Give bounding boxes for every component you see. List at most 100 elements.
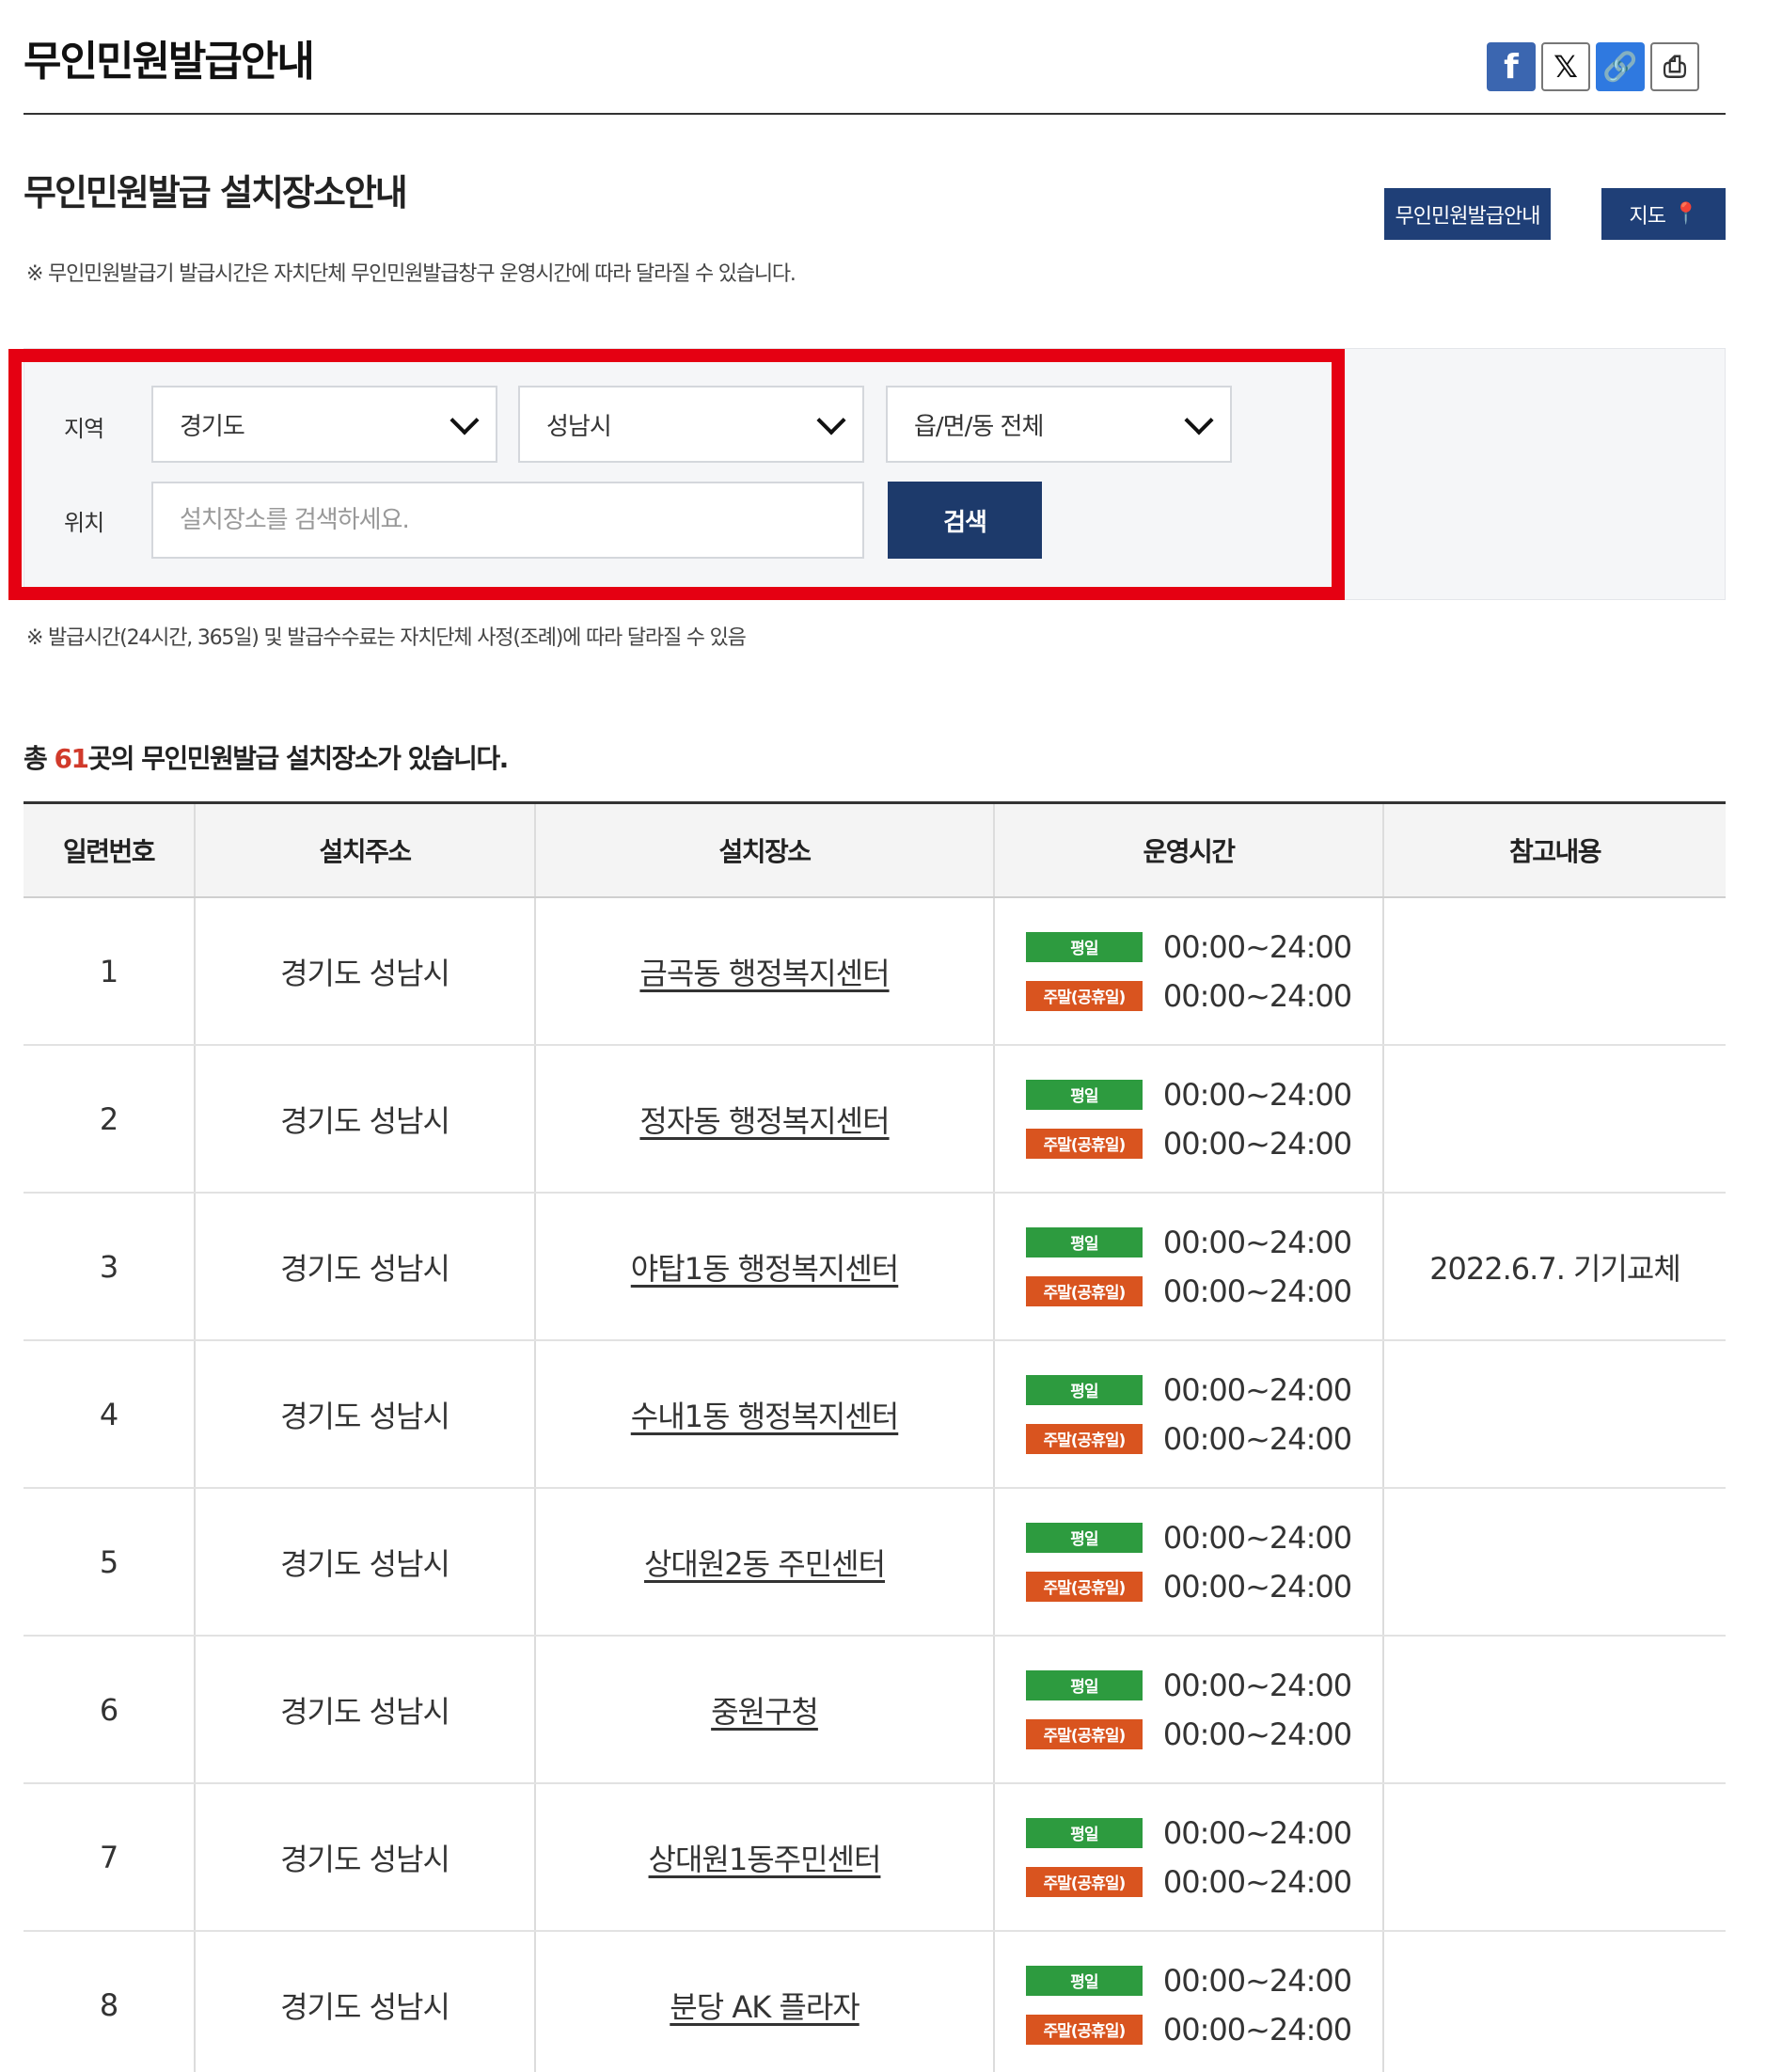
weekday-time: 00:00~24:00 <box>1162 1224 1352 1260</box>
map-pin-icon: 📍 <box>1673 202 1698 226</box>
weekend-badge: 주말(공휴일) <box>1025 1275 1143 1306</box>
weekend-badge: 주말(공휴일) <box>1025 1866 1143 1897</box>
location-search-input[interactable] <box>151 482 864 559</box>
row-place: 중원구청 <box>534 1636 994 1784</box>
row-address: 경기도 성남시 <box>194 897 535 1046</box>
weekend-time: 00:00~24:00 <box>1162 977 1352 1014</box>
results-table-wrap: 일련번호 설치주소 설치장소 운영시간 참고내용 1 경기도 성남시 금곡동 행… <box>24 801 1726 2072</box>
weekend-time: 00:00~24:00 <box>1162 1273 1352 1309</box>
city-select[interactable]: 성남시 <box>518 386 864 463</box>
weekday-badge: 평일 <box>1025 1817 1143 1848</box>
weekday-time: 00:00~24:00 <box>1162 1667 1352 1703</box>
weekday-time: 00:00~24:00 <box>1162 928 1352 965</box>
weekend-badge: 주말(공휴일) <box>1025 1423 1143 1454</box>
weekday-time: 00:00~24:00 <box>1162 1076 1352 1113</box>
place-link[interactable]: 중원구청 <box>711 1694 819 1730</box>
weekday-time: 00:00~24:00 <box>1162 1962 1352 1999</box>
row-hours: 평일 00:00~24:00 주말(공휴일) 00:00~24:00 <box>993 1636 1383 1784</box>
row-number: 2 <box>24 1045 195 1194</box>
x-icon[interactable]: 𝕏 <box>1541 42 1590 91</box>
region-label: 지역 <box>64 416 104 442</box>
print-icon[interactable]: ⎙ <box>1650 42 1699 91</box>
row-address: 경기도 성남시 <box>194 1193 535 1341</box>
row-place: 상대원2동 주민센터 <box>534 1488 994 1637</box>
table-row: 8 경기도 성남시 분당 AK 플라자 평일 00:00~24:00 주말(공휴… <box>24 1931 1726 2072</box>
row-number: 3 <box>24 1193 195 1341</box>
place-link[interactable]: 상대원2동 주민센터 <box>644 1546 886 1582</box>
hours-group: 평일 00:00~24:00 주말(공휴일) 00:00~24:00 <box>995 1372 1382 1457</box>
row-note <box>1382 1045 1726 1194</box>
weekend-time: 00:00~24:00 <box>1162 1420 1352 1457</box>
row-hours: 평일 00:00~24:00 주말(공휴일) 00:00~24:00 <box>993 1340 1383 1489</box>
place-link[interactable]: 상대원1동주민센터 <box>649 1842 882 1877</box>
table-row: 4 경기도 성남시 수내1동 행정복지센터 평일 00:00~24:00 주말(… <box>24 1340 1726 1489</box>
weekend-badge: 주말(공휴일) <box>1025 1571 1143 1602</box>
weekend-badge: 주말(공휴일) <box>1025 1718 1143 1749</box>
weekend-hours: 주말(공휴일) 00:00~24:00 <box>1025 1863 1352 1900</box>
hours-group: 평일 00:00~24:00 주말(공휴일) 00:00~24:00 <box>995 1668 1382 1752</box>
row-number: 7 <box>24 1783 195 1932</box>
row-number: 1 <box>24 897 195 1046</box>
weekend-time: 00:00~24:00 <box>1162 1125 1352 1162</box>
weekday-badge: 평일 <box>1025 1374 1143 1405</box>
col-header-hours: 운영시간 <box>993 804 1383 898</box>
row-place: 상대원1동주민센터 <box>534 1783 994 1932</box>
row-place: 수내1동 행정복지센터 <box>534 1340 994 1489</box>
weekday-badge: 평일 <box>1025 1226 1143 1257</box>
place-link[interactable]: 금곡동 행정복지센터 <box>639 956 890 991</box>
weekday-hours: 평일 00:00~24:00 <box>1025 1815 1352 1851</box>
province-select[interactable]: 경기도 <box>151 386 497 463</box>
weekday-badge: 평일 <box>1025 1965 1143 1996</box>
table-row: 2 경기도 성남시 정자동 행정복지센터 평일 00:00~24:00 주말(공… <box>24 1045 1726 1194</box>
table-row: 6 경기도 성남시 중원구청 평일 00:00~24:00 주말(공휴일) 00… <box>24 1636 1726 1784</box>
weekday-hours: 평일 00:00~24:00 <box>1025 1519 1352 1556</box>
result-count: 61 <box>54 743 89 774</box>
weekend-hours: 주말(공휴일) 00:00~24:00 <box>1025 977 1352 1014</box>
city-value: 성남시 <box>546 412 612 441</box>
chevron-down-icon <box>1184 405 1214 435</box>
weekend-time: 00:00~24:00 <box>1162 1568 1352 1605</box>
row-place: 분당 AK 플라자 <box>534 1931 994 2072</box>
title-divider <box>24 113 1726 115</box>
col-header-place: 설치장소 <box>534 804 994 898</box>
row-note <box>1382 897 1726 1046</box>
row-note <box>1382 1931 1726 2072</box>
facebook-icon[interactable]: f <box>1487 42 1536 91</box>
table-row: 3 경기도 성남시 야탑1동 행정복지센터 평일 00:00~24:00 주말(… <box>24 1193 1726 1341</box>
place-link[interactable]: 수내1동 행정복지센터 <box>631 1399 899 1434</box>
section-title: 무인민원발급 설치장소안내 <box>24 172 408 214</box>
weekend-badge: 주말(공휴일) <box>1025 1128 1143 1159</box>
weekday-hours: 평일 00:00~24:00 <box>1025 1667 1352 1703</box>
place-link[interactable]: 분당 AK 플라자 <box>670 1989 859 2025</box>
row-address: 경기도 성남시 <box>194 1931 535 2072</box>
row-place: 야탑1동 행정복지센터 <box>534 1193 994 1341</box>
guide-button[interactable]: 무인민원발급안내 <box>1384 188 1551 240</box>
weekend-hours: 주말(공휴일) 00:00~24:00 <box>1025 2012 1352 2048</box>
weekday-hours: 평일 00:00~24:00 <box>1025 1224 1352 1260</box>
weekday-time: 00:00~24:00 <box>1162 1519 1352 1556</box>
summary-prefix: 총 <box>24 743 55 774</box>
row-hours: 평일 00:00~24:00 주말(공휴일) 00:00~24:00 <box>993 1931 1383 2072</box>
weekend-time: 00:00~24:00 <box>1162 1716 1352 1752</box>
summary-suffix: 곳의 무인민원발급 설치장소가 있습니다. <box>87 743 509 774</box>
fee-notice: ※ 발급시간(24시간, 365일) 및 발급수수료는 자치단체 사정(조례)에… <box>26 626 747 650</box>
weekend-time: 00:00~24:00 <box>1162 1863 1352 1900</box>
district-select[interactable]: 읍/면/동 전체 <box>886 386 1232 463</box>
col-header-address: 설치주소 <box>194 804 535 898</box>
map-button[interactable]: 지도 📍 <box>1601 188 1726 240</box>
place-link[interactable]: 야탑1동 행정복지센터 <box>631 1251 899 1287</box>
hours-group: 평일 00:00~24:00 주말(공휴일) 00:00~24:00 <box>995 1520 1382 1605</box>
table-header-row: 일련번호 설치주소 설치장소 운영시간 참고내용 <box>24 804 1726 898</box>
weekend-badge: 주말(공휴일) <box>1025 2014 1143 2045</box>
table-row: 7 경기도 성남시 상대원1동주민센터 평일 00:00~24:00 주말(공휴… <box>24 1783 1726 1932</box>
link-icon[interactable]: 🔗 <box>1596 42 1645 91</box>
result-summary: 총 61곳의 무인민원발급 설치장소가 있습니다. <box>24 738 509 776</box>
row-number: 6 <box>24 1636 195 1784</box>
row-address: 경기도 성남시 <box>194 1783 535 1932</box>
share-toolbar: f 𝕏 🔗 ⎙ <box>1487 42 1699 91</box>
row-address: 경기도 성남시 <box>194 1488 535 1637</box>
search-button[interactable]: 검색 <box>888 482 1042 559</box>
row-address: 경기도 성남시 <box>194 1340 535 1489</box>
chevron-down-icon <box>449 405 480 435</box>
place-link[interactable]: 정자동 행정복지센터 <box>639 1103 890 1139</box>
